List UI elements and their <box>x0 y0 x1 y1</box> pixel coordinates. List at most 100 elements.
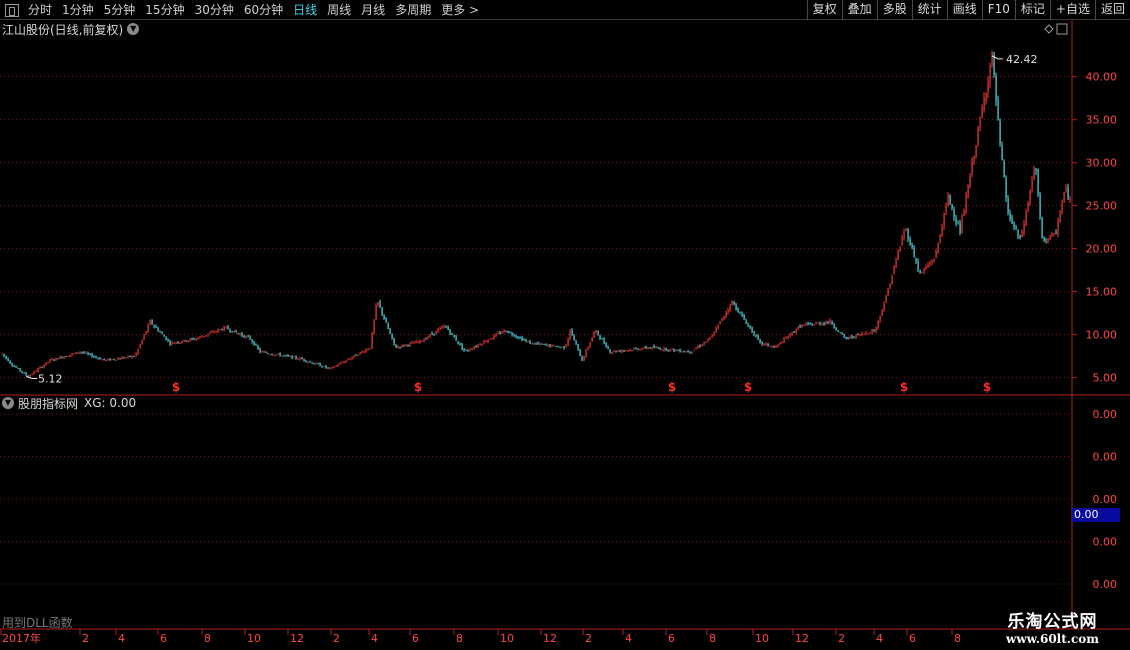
candle-body <box>791 332 793 334</box>
indicator-title[interactable]: ▼ 股朋指标网 XG: 0.00 <box>2 396 136 411</box>
price-tick-label: 20.00 <box>1086 243 1118 256</box>
kline-chart[interactable]: 5.0010.0015.0020.0025.0030.0035.0040.000… <box>0 20 1130 650</box>
chevron-down-icon[interactable]: ▼ <box>127 23 140 35</box>
candle-body <box>239 334 241 336</box>
candle-body <box>575 341 577 345</box>
price-tick-label: 10.00 <box>1086 329 1118 342</box>
candle-body <box>7 358 9 362</box>
candle-body <box>807 323 809 325</box>
toolbar-button[interactable]: 标记 <box>1014 0 1050 20</box>
candle-body <box>899 246 901 251</box>
candle-body <box>497 333 499 335</box>
price-tick-label: 5.00 <box>1093 372 1118 385</box>
main-chart-title[interactable]: 江山股份(日线,前复权) ▼ <box>2 21 140 37</box>
period-tab[interactable]: 日线 <box>288 0 322 20</box>
time-tick-label: 12 <box>795 632 809 645</box>
candle-body <box>409 343 411 346</box>
candle-body <box>707 339 709 341</box>
candle-body <box>363 351 365 353</box>
candle-body <box>19 368 21 371</box>
candle-body <box>875 327 877 333</box>
candle-body <box>801 325 803 327</box>
candle-body <box>57 358 59 360</box>
candle-body <box>995 75 997 102</box>
candle-body <box>933 259 935 262</box>
candle-body <box>949 194 951 205</box>
period-tab[interactable]: 60分钟 <box>239 0 288 20</box>
candle-body <box>61 356 63 358</box>
period-tab[interactable]: 分时 <box>23 0 57 20</box>
candle-body <box>627 350 629 352</box>
candle-body <box>159 331 161 333</box>
period-tab[interactable]: 多周期 <box>390 0 436 20</box>
candle-body <box>799 325 801 328</box>
candle-body <box>1045 239 1047 241</box>
layout-toggle-icon[interactable] <box>5 3 19 17</box>
candle-body <box>1017 229 1019 236</box>
period-tab[interactable]: 1分钟 <box>57 0 99 20</box>
signal-marker: $ <box>900 380 908 394</box>
candle-body <box>45 362 47 366</box>
candle-body <box>883 303 885 312</box>
candle-body <box>645 346 647 349</box>
candle-body <box>275 354 277 356</box>
toolbar-button[interactable]: +自选 <box>1049 0 1095 20</box>
candle-body <box>541 343 543 345</box>
candle-body <box>687 351 689 353</box>
candle-body <box>867 333 869 335</box>
candle-body <box>961 217 963 234</box>
candle-body <box>1061 202 1063 213</box>
period-tab[interactable]: 5分钟 <box>99 0 141 20</box>
candle-body <box>663 347 665 351</box>
candle-body <box>9 360 11 364</box>
candle-body <box>105 359 107 361</box>
candle-body <box>699 345 701 347</box>
toolbar-button[interactable]: 返回 <box>1094 0 1130 20</box>
period-tab[interactable]: 30分钟 <box>190 0 239 20</box>
candle-body <box>465 349 467 351</box>
candle-body <box>179 342 181 344</box>
candle-body <box>1033 167 1035 180</box>
candle-body <box>489 338 491 340</box>
candle-body <box>227 326 229 330</box>
stock-title: 江山股份(日线,前复权) <box>2 22 124 37</box>
period-tab[interactable]: 更多 > <box>436 0 484 20</box>
candle-body <box>37 368 39 372</box>
candle-body <box>475 346 477 348</box>
candle-body <box>311 362 313 364</box>
diamond-icon <box>1044 24 1054 34</box>
candle-body <box>365 349 367 353</box>
toolbar-button[interactable]: 复权 <box>806 0 842 20</box>
toolbar-button[interactable]: 多股 <box>876 0 912 20</box>
candle-body <box>273 354 275 356</box>
period-tab[interactable]: 月线 <box>356 0 390 20</box>
candle-body <box>393 337 395 345</box>
indicator-tick-label: 0.00 <box>1093 493 1118 506</box>
candle-body <box>969 175 971 187</box>
candle-body <box>501 332 503 334</box>
toolbar-button[interactable]: F10 <box>981 0 1015 20</box>
candle-body <box>1065 188 1067 192</box>
time-tick-label: 4 <box>876 632 883 645</box>
candle-body <box>849 336 851 338</box>
candle-body <box>797 326 799 330</box>
candle-body <box>499 332 501 334</box>
period-tab[interactable]: 周线 <box>322 0 356 20</box>
candle-body <box>737 308 739 313</box>
candle-body <box>649 347 651 349</box>
indicator-tick-label: 0.00 <box>1093 451 1118 464</box>
period-tab[interactable]: 15分钟 <box>140 0 189 20</box>
candle-body <box>139 344 141 349</box>
candle-body <box>315 363 317 365</box>
candle-body <box>493 335 495 339</box>
candle-body <box>821 323 823 325</box>
toolbar-button[interactable]: 叠加 <box>841 0 877 20</box>
candle-body <box>927 265 929 268</box>
candle-body <box>13 365 15 367</box>
toolbar-button[interactable]: 画线 <box>946 0 982 20</box>
time-tick-label: 6 <box>668 632 675 645</box>
toolbar-button[interactable]: 统计 <box>911 0 947 20</box>
candle-body <box>859 334 861 336</box>
chevron-down-icon[interactable]: ▼ <box>2 397 14 409</box>
price-tick-label: 25.00 <box>1086 200 1118 213</box>
